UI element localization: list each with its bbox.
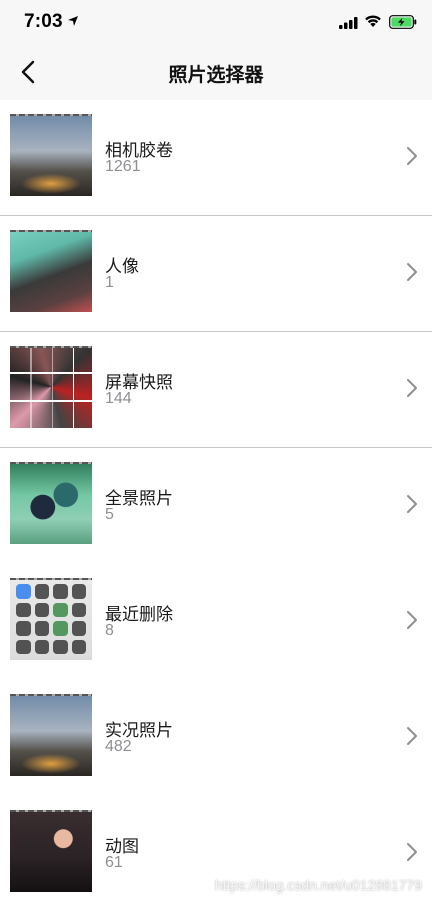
- album-row-animated[interactable]: 动图 61: [0, 796, 432, 912]
- album-thumbnail: [10, 230, 92, 312]
- album-row-panoramas[interactable]: 全景照片 5: [0, 448, 432, 564]
- album-thumbnail: [10, 810, 92, 892]
- album-thumbnail: [10, 694, 92, 776]
- chevron-right-icon: [407, 843, 417, 861]
- cellular-signal-icon: [339, 16, 359, 34]
- album-count: 61: [105, 854, 123, 871]
- album-count: 8: [105, 622, 114, 639]
- album-thumbnail: [10, 462, 92, 544]
- chevron-right-icon: [407, 611, 417, 629]
- album-name: 全景照片: [105, 489, 173, 508]
- battery-charging-icon: [389, 15, 417, 34]
- album-thumbnail: [10, 114, 92, 196]
- album-thumbnail: [10, 578, 92, 660]
- chevron-right-icon: [407, 147, 417, 165]
- album-row-portrait[interactable]: 人像 1: [0, 216, 432, 332]
- album-row-live-photos[interactable]: 实况照片 482: [0, 680, 432, 796]
- chevron-right-icon: [407, 727, 417, 745]
- album-count: 1261: [105, 158, 141, 175]
- album-count: 1: [105, 274, 114, 291]
- watermark: https://blog.csdn.net/u012881779: [214, 877, 422, 893]
- album-row-screenshots[interactable]: 屏幕快照 144: [0, 332, 432, 448]
- album-list: 相机胶卷 1261 人像 1 屏幕快照 144 全景照片 5 最近删除 8 实况…: [0, 100, 432, 912]
- album-count: 144: [105, 390, 132, 407]
- navigation-bar: 照片选择器: [0, 44, 432, 100]
- chevron-right-icon: [407, 495, 417, 513]
- page-title: 照片选择器: [168, 65, 264, 86]
- album-thumbnail: [10, 346, 92, 428]
- album-count: 5: [105, 506, 114, 523]
- chevron-right-icon: [407, 379, 417, 397]
- album-row-camera-roll[interactable]: 相机胶卷 1261: [0, 100, 432, 216]
- wifi-icon: [364, 14, 382, 33]
- album-name: 最近删除: [105, 605, 173, 624]
- album-count: 482: [105, 738, 132, 755]
- location-arrow-icon: [67, 14, 79, 32]
- album-row-recently-deleted[interactable]: 最近删除 8: [0, 564, 432, 680]
- status-bar: 7:03: [0, 0, 432, 44]
- status-time: 7:03: [24, 11, 63, 32]
- chevron-right-icon: [407, 263, 417, 281]
